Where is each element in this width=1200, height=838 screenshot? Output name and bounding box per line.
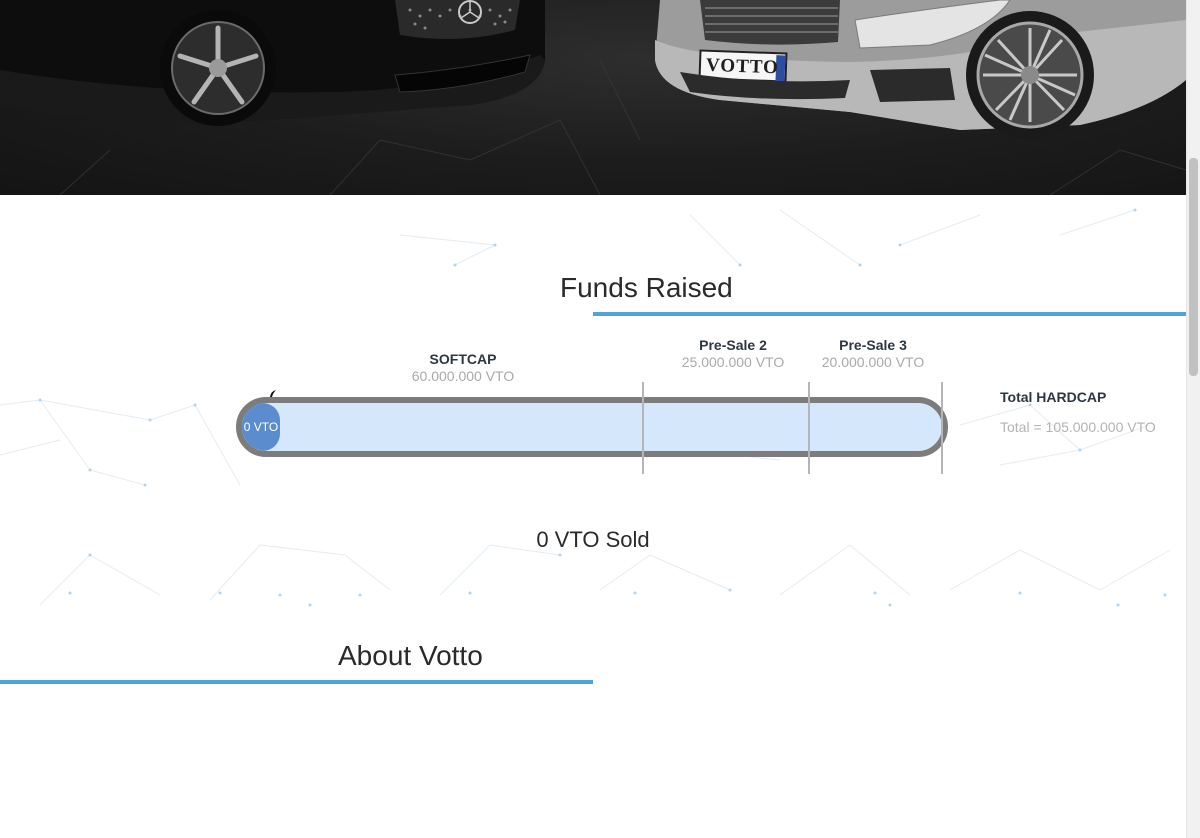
black-car: [0, 0, 545, 126]
pre-sale-3-label: Pre-Sale 3 20.000.000 VTO: [813, 337, 933, 370]
stage-divider: [642, 382, 644, 474]
about-title: About Votto: [338, 640, 483, 671]
funds-title-underline: [593, 312, 1186, 316]
stage-name: Pre-Sale 3: [839, 337, 907, 353]
license-plate-text: VOTTO: [705, 54, 780, 79]
tokens-sold: 0 VTO Sold: [536, 527, 650, 552]
page-scrollbar[interactable]: [1186, 0, 1200, 838]
progress-value: 0 VTO: [243, 420, 279, 434]
hardcap-total: Total = 105.000.000 VTO: [1000, 419, 1156, 435]
page: VOTTO Funds Raised SOFTCAP 60.000.000 VT…: [0, 0, 1200, 838]
stage-name: SOFTCAP: [429, 351, 497, 367]
cars-image: [0, 0, 1186, 195]
hardcap-title: Total HARDCAP: [1000, 389, 1107, 405]
softcap-label: SOFTCAP 60.000.000 VTO: [403, 351, 523, 384]
stage-name: Pre-Sale 2: [699, 337, 767, 353]
progress-marker-icon: [270, 390, 276, 397]
progress-fill: 0 VTO: [242, 403, 280, 451]
funds-progress-bar: 0 VTO: [236, 397, 948, 457]
scrollbar-thumb[interactable]: [1189, 158, 1198, 376]
stage-divider: [808, 382, 810, 474]
stage-divider: [941, 382, 943, 474]
about-title-underline: [0, 680, 593, 684]
funds-raised-title: Funds Raised: [560, 272, 733, 303]
hero-banner: VOTTO: [0, 0, 1186, 195]
pre-sale-2-label: Pre-Sale 2 25.000.000 VTO: [673, 337, 793, 370]
stage-amount: 60.000.000 VTO: [411, 368, 515, 384]
stage-amount: 25.000.000 VTO: [681, 354, 785, 370]
stage-amount: 20.000.000 VTO: [821, 354, 925, 370]
